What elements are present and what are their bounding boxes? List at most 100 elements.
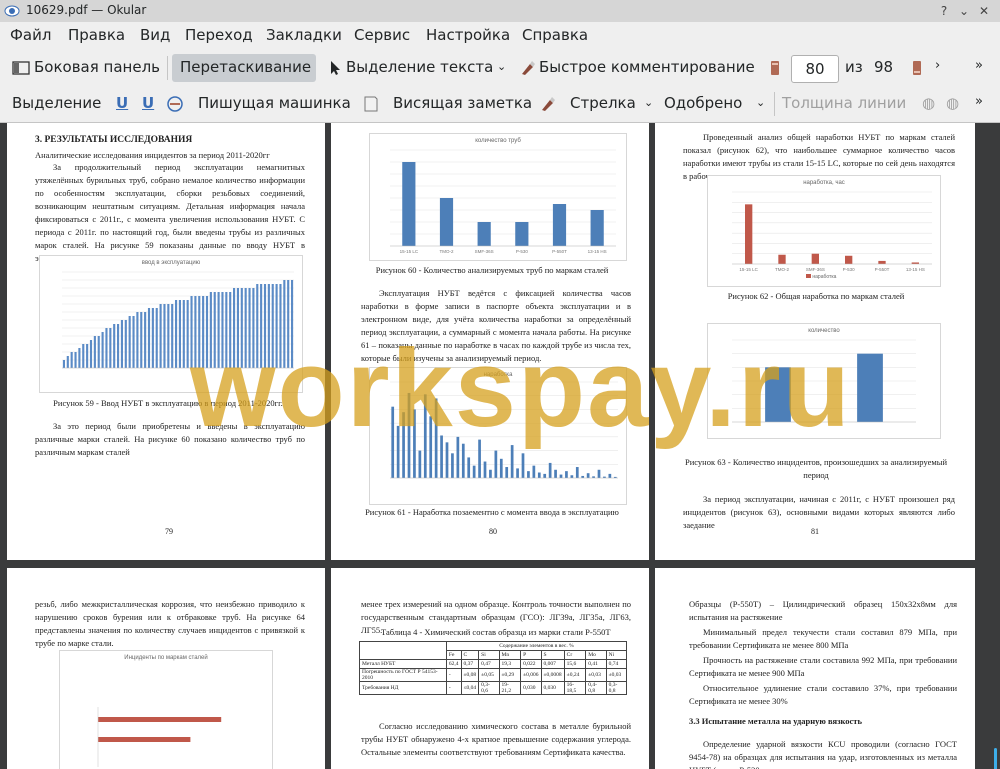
bar	[82, 344, 85, 368]
select-button[interactable]: Выделение	[12, 94, 101, 112]
bar	[489, 469, 492, 478]
toolbar-overflow-icon[interactable]: »	[975, 58, 983, 73]
chemical-composition-table: Содержание элементов в вес. % Fe C Si Mn…	[359, 641, 628, 695]
squiggle-icon[interactable]: U	[142, 94, 154, 112]
bar	[505, 467, 509, 478]
page-84: Образцы (Р-550Т) – Цилиндрический образе…	[655, 568, 975, 769]
bar	[167, 304, 170, 368]
table-cell: 0,47	[478, 659, 500, 669]
line-width-button[interactable]: Толщина линии	[782, 94, 906, 112]
paragraph: Согласно исследованию химического состав…	[361, 721, 631, 757]
table-cell: Требования НД	[359, 681, 447, 695]
bar	[124, 320, 127, 368]
table-header: Содержание элементов в вес. %	[445, 641, 628, 651]
menu-file[interactable]: Файл	[10, 26, 51, 44]
table-cell: 0,41	[585, 659, 607, 669]
strikeout-icon[interactable]	[166, 95, 184, 113]
minimize-icon[interactable]: ⌄	[955, 2, 973, 20]
bar	[467, 457, 471, 478]
bar	[581, 475, 585, 478]
vertical-scrollbar[interactable]	[994, 748, 997, 769]
figure-caption: Рисунок 60 - Количество анализируемых тр…	[375, 265, 609, 275]
menu-edit[interactable]: Правка	[68, 26, 125, 44]
bar	[120, 320, 123, 368]
paragraph: За продолжительный период эксплуатации н…	[35, 162, 305, 263]
sticky-note-button[interactable]: Висящая заметка	[393, 94, 532, 112]
menu-tools[interactable]: Сервис	[354, 26, 410, 44]
bar	[144, 312, 147, 368]
previous-page-icon[interactable]	[766, 59, 784, 77]
chevron-right-icon[interactable]: ›	[935, 58, 940, 73]
text-select-button[interactable]: Выделение текста	[346, 58, 493, 76]
arrow-button[interactable]: Стрелка	[570, 94, 636, 112]
bar	[402, 162, 416, 246]
next-page-icon[interactable]	[908, 59, 926, 77]
quick-comment-button[interactable]: Быстрое комментирование	[539, 58, 755, 76]
menu-help[interactable]: Справка	[522, 26, 588, 44]
bar	[97, 336, 100, 368]
table-cell: -	[445, 668, 462, 682]
table-cell: ±0,29	[498, 668, 522, 682]
bar	[93, 336, 96, 368]
bar	[559, 474, 563, 478]
menu-settings[interactable]: Настройка	[426, 26, 510, 44]
table-cell: ±0,0008	[540, 668, 565, 682]
table-header-row: Содержание элементов в вес. %	[359, 641, 628, 660]
opacity-icon[interactable]: ◍	[946, 94, 959, 112]
figure-caption: Рисунок 62 - Общая наработка по маркам с…	[727, 291, 905, 301]
table-cell: ±0,006	[520, 668, 542, 682]
underline-icon[interactable]: U	[116, 94, 128, 112]
approved-stamp-button[interactable]: Одобрено	[664, 94, 742, 112]
bar	[418, 450, 422, 478]
table-cell: 0,030	[520, 681, 542, 695]
table-row: Погрешность по ГОСТ Р 54153-2010 - ±0,08…	[359, 668, 628, 682]
bar	[109, 328, 112, 368]
bar	[532, 465, 536, 478]
menu-bookmarks[interactable]: Закладки	[266, 26, 342, 44]
x-tick-label: P-530	[843, 267, 856, 272]
bar	[554, 469, 557, 478]
bar	[182, 300, 185, 368]
table-cell: 0,3-0,6	[478, 681, 500, 695]
bar	[98, 717, 222, 722]
x-tick-label: TMO-2	[440, 249, 454, 254]
menu-view[interactable]: Вид	[140, 26, 170, 44]
table-col: S	[540, 650, 565, 660]
menu-go[interactable]: Переход	[185, 26, 253, 44]
close-icon[interactable]: ✕	[975, 2, 993, 20]
color-icon[interactable]: ◍	[922, 94, 935, 112]
drag-button[interactable]: Перетаскивание	[180, 58, 311, 76]
table-cell: 0,37	[460, 659, 480, 669]
table-row: Металл НУБТ 62,4 0,37 0,47 19,3 0,022 0,…	[359, 659, 628, 669]
toolbar-overflow-icon[interactable]: »	[975, 94, 983, 109]
table-cell: ±0,03	[605, 668, 628, 682]
page-number-input[interactable]: 80	[791, 55, 839, 83]
sidebar-button[interactable]: Боковая панель	[34, 58, 160, 76]
bar	[608, 473, 612, 478]
page-total-label: 98	[874, 58, 894, 76]
bar	[778, 254, 786, 264]
chevron-down-icon[interactable]: ⌄	[756, 96, 765, 109]
legend-label: наработка	[812, 274, 837, 280]
paragraph: Относительное удлинение стали составило …	[689, 683, 957, 706]
x-tick-label: 13-15 HS	[906, 267, 925, 272]
bar	[586, 473, 590, 478]
table-cell: ±0,24	[563, 668, 587, 682]
figure-caption: Рисунок 63 - Количество инцидентов, прои…	[685, 457, 947, 480]
okular-app-icon	[4, 5, 20, 17]
table-cell: 0,3-0,8	[605, 681, 628, 695]
page-of-label: из	[845, 58, 863, 76]
typewriter-button[interactable]: Пишущая машинка	[198, 94, 351, 112]
cursor-icon	[331, 61, 340, 75]
bar	[62, 360, 65, 368]
help-icon[interactable]: ?	[935, 2, 953, 20]
table-cell: 19-21,2	[498, 681, 522, 695]
bar	[159, 304, 162, 368]
bar	[132, 316, 135, 368]
chevron-down-icon[interactable]: ⌄	[644, 96, 653, 109]
bar	[175, 300, 178, 368]
table-col: P	[520, 650, 542, 660]
chevron-down-icon[interactable]: ⌄	[497, 60, 506, 73]
table-cell: Погрешность по ГОСТ Р 54153-2010	[359, 668, 447, 682]
bar	[565, 471, 568, 478]
